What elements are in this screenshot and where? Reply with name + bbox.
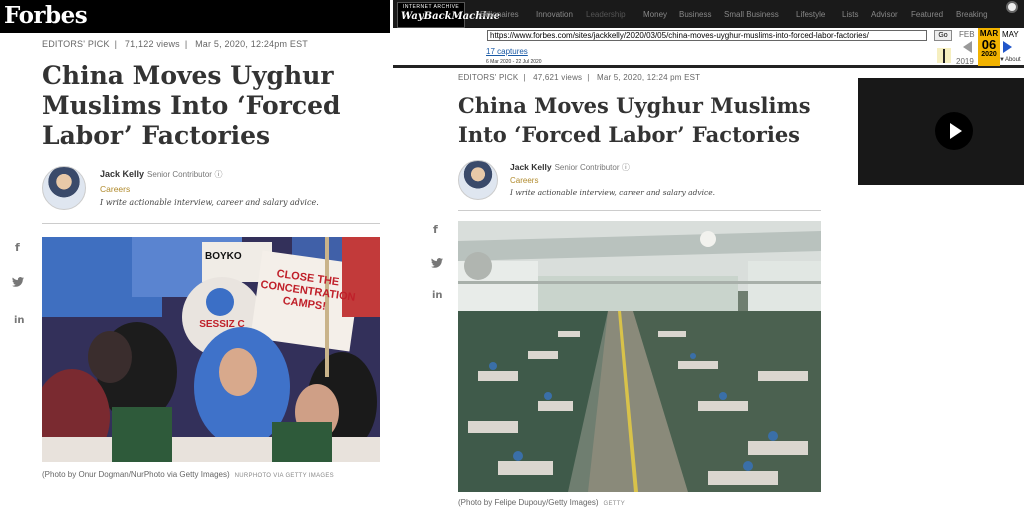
nav-lists[interactable]: Lists (842, 10, 858, 19)
close-icon[interactable] (1006, 1, 1018, 13)
facebook-icon[interactable]: f (433, 223, 438, 236)
next-month[interactable]: MAY (1002, 30, 1019, 39)
view-count: 71,122 views (124, 39, 180, 49)
article-meta: EDITORS' PICK | 47,621 views | Mar 5, 2020… (458, 73, 701, 82)
article-meta: EDITORS' PICK | 71,122 views | Mar 5, 2020… (42, 39, 308, 49)
linkedin-icon[interactable]: in (14, 315, 25, 326)
publish-date: Mar 5, 2020, 12:24pm EST (195, 39, 308, 49)
author-bio: I write actionable interview, career and… (510, 188, 716, 197)
wayback-url-input[interactable]: https://www.forbes.com/sites/jackkelly/2… (487, 30, 927, 41)
author-byline: Jack Kelly Senior Contributor ⓘ (510, 162, 630, 173)
author-name[interactable]: Jack Kelly (100, 169, 144, 179)
photo-caption: (Photo by Felipe Dupouy/Getty Images) GET… (458, 498, 626, 507)
nav-small-business[interactable]: Small Business (724, 10, 779, 19)
nav-breaking[interactable]: Breaking (956, 10, 988, 19)
wayback-logo[interactable]: INTERNET ARCHIVE WayBackMachine (397, 2, 500, 28)
article-photo-protest: BOYKO CLOSE THE CONCENTRATION CAMPS! SES… (42, 237, 380, 462)
wayback-toolbar: INTERNET ARCHIVE WayBackMachine Billiona… (393, 0, 1024, 68)
author-category[interactable]: Careers (100, 184, 130, 194)
prev-capture-icon[interactable] (963, 41, 972, 53)
capture-range: 6 Mar 2020 - 22 Jul 2020 (486, 59, 542, 65)
photo-credit: NURPHOTO VIA GETTY IMAGES (234, 473, 334, 479)
protest-sign-boykot: BOYKO (205, 251, 242, 262)
author-category[interactable]: Careers (510, 176, 538, 185)
editors-pick-label: EDITORS' PICK (458, 73, 519, 82)
nav-advisor[interactable]: Advisor (871, 10, 898, 19)
publish-date: Mar 5, 2020, 12:24 pm EST (596, 73, 701, 82)
nav-innovation[interactable]: Innovation (536, 10, 573, 19)
about-link[interactable]: ▼About (999, 57, 1021, 63)
nav-leadership[interactable]: Leadership (586, 10, 626, 19)
wayback-archive-panel: INTERNET ARCHIVE WayBackMachine Billiona… (393, 0, 1024, 517)
info-icon: ⓘ (621, 163, 630, 172)
author-role: Senior Contributor (554, 163, 620, 172)
author-name[interactable]: Jack Kelly (510, 162, 552, 172)
forbes-header: Forbes (0, 0, 390, 33)
author-role: Senior Contributor (147, 170, 212, 179)
next-capture-icon[interactable] (1003, 41, 1012, 53)
protest-sign-sessiz: SESSIZ C (199, 319, 245, 330)
article-photo-factory (458, 221, 821, 492)
author-byline: Jack Kelly Senior Contributor ⓘ (100, 169, 222, 180)
capture-sparkline[interactable] (937, 48, 951, 63)
play-icon[interactable] (935, 112, 973, 150)
facebook-icon[interactable]: f (15, 241, 20, 254)
nav-money[interactable]: Money (643, 10, 667, 19)
twitter-icon[interactable] (431, 258, 443, 271)
forbes-logo[interactable]: Forbes (4, 2, 88, 29)
twitter-icon[interactable] (12, 277, 24, 290)
current-capture-date: MAR 06 2020 (978, 28, 1000, 66)
info-icon: ⓘ (214, 170, 223, 179)
forbes-article-panel: Forbes EDITORS' PICK | 71,122 views | Mar … (0, 0, 390, 517)
nav-business[interactable]: Business (679, 10, 711, 19)
editors-pick-label: EDITORS' PICK (42, 39, 110, 49)
photo-caption: (Photo by Onur Dogman/NurPhoto via Getty… (42, 470, 334, 479)
author-bio: I write actionable interview, career and… (100, 198, 319, 207)
video-player[interactable] (858, 78, 1024, 185)
author-avatar[interactable] (42, 166, 86, 210)
go-button[interactable]: Go (934, 30, 952, 41)
author-avatar[interactable] (458, 160, 498, 200)
nav-billionaires[interactable]: Billionaires (480, 10, 519, 19)
divider (42, 223, 380, 224)
captures-link[interactable]: 17 captures (486, 47, 528, 56)
prev-month[interactable]: FEB (959, 30, 975, 39)
prev-year[interactable]: 2019 (956, 57, 974, 66)
page-title: China Moves Uyghur Muslims Into ‘Forced … (458, 93, 811, 147)
nav-lifestyle[interactable]: Lifestyle (796, 10, 825, 19)
view-count: 47,621 views (533, 73, 583, 82)
divider (458, 210, 821, 211)
nav-featured[interactable]: Featured (911, 10, 943, 19)
page-title: China Moves Uyghur Muslims Into ‘Forced … (42, 61, 341, 150)
photo-credit: GETTY (603, 501, 626, 507)
linkedin-icon[interactable]: in (432, 290, 443, 301)
